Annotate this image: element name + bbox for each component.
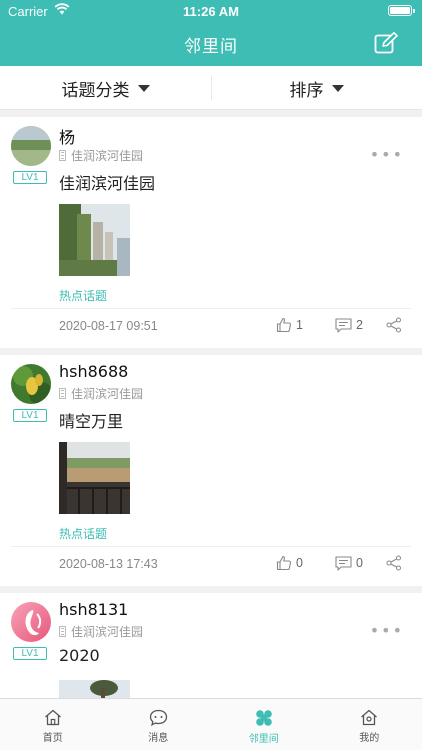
username[interactable]: hsh8688 — [59, 362, 128, 381]
share-icon — [386, 317, 401, 333]
post-feed[interactable]: LV1 杨 佳润滨河佳园 ••• 佳润滨河佳园 热点话题 2020-08-17 … — [0, 110, 422, 698]
comment-button[interactable]: 0 — [335, 554, 363, 572]
more-options-icon[interactable]: ••• — [370, 621, 404, 640]
community-label: 佳润滨河佳园 — [59, 623, 143, 640]
profile-icon — [361, 709, 378, 726]
tab-label: 邻里间 — [248, 734, 279, 745]
tab-neighborhood[interactable]: 邻里间 — [211, 699, 317, 750]
level-badge: LV1 — [13, 647, 47, 660]
community-name: 佳润滨河佳园 — [71, 625, 144, 639]
post-text: 2020 — [59, 646, 100, 665]
building-icon — [59, 388, 66, 399]
comment-count: 0 — [356, 556, 363, 570]
tab-bar: 首页 消息 邻里间 我的 — [0, 698, 422, 750]
building-icon — [59, 626, 66, 637]
filter-bar: 话题分类 排序 — [0, 66, 422, 110]
post-text: 晴空万里 — [59, 412, 124, 431]
building-icon — [59, 150, 66, 161]
thumbs-up-icon — [276, 317, 291, 333]
topic-tag[interactable]: 热点话题 — [59, 287, 107, 304]
comment-icon — [335, 317, 352, 333]
share-button[interactable] — [386, 316, 406, 334]
edit-icon[interactable] — [374, 32, 398, 54]
tab-label: 首页 — [42, 733, 63, 744]
caret-down-icon — [331, 84, 344, 92]
avatar[interactable] — [11, 126, 51, 166]
comment-icon — [335, 555, 352, 571]
post-image[interactable] — [59, 680, 130, 698]
like-count: 0 — [296, 556, 303, 570]
clover-icon — [255, 710, 272, 726]
username[interactable]: 杨 — [59, 124, 75, 148]
community-name: 佳润滨河佳园 — [71, 149, 144, 163]
post-image[interactable] — [59, 204, 130, 276]
tab-profile[interactable]: 我的 — [317, 699, 422, 750]
topic-category-label: 话题分类 — [61, 80, 130, 101]
post-divider — [11, 546, 411, 547]
community-label: 佳润滨河佳园 — [59, 385, 143, 402]
topic-category-dropdown[interactable]: 话题分类 — [0, 66, 211, 110]
post-date: 2020-08-13 17:43 — [59, 557, 158, 571]
more-options-icon[interactable]: ••• — [370, 145, 404, 164]
tab-messages[interactable]: 消息 — [106, 699, 212, 750]
avatar[interactable] — [11, 364, 51, 404]
battery-icon — [388, 5, 415, 16]
post-text: 佳润滨河佳园 — [59, 174, 156, 193]
post-card[interactable]: LV1 杨 佳润滨河佳园 ••• 佳润滨河佳园 热点话题 2020-08-17 … — [0, 117, 422, 348]
sort-dropdown[interactable]: 排序 — [211, 66, 422, 110]
comment-count: 2 — [356, 318, 363, 332]
sort-label: 排序 — [289, 80, 324, 101]
thumbs-up-icon — [276, 555, 291, 571]
tab-label: 消息 — [148, 733, 169, 744]
like-count: 1 — [296, 318, 303, 332]
avatar[interactable] — [11, 602, 51, 642]
topic-tag[interactable]: 热点话题 — [59, 525, 107, 542]
post-card[interactable]: LV1 hsh8131 佳润滨河佳园 ••• 2020 — [0, 593, 422, 698]
tab-label: 我的 — [359, 733, 380, 744]
page-title: 邻里间 — [184, 37, 238, 57]
post-image[interactable] — [59, 442, 130, 514]
username[interactable]: hsh8131 — [59, 600, 128, 619]
tab-home[interactable]: 首页 — [0, 699, 106, 750]
clock: 11:26 AM — [183, 4, 239, 19]
level-badge: LV1 — [13, 409, 47, 422]
level-badge: LV1 — [13, 171, 47, 184]
home-icon — [44, 709, 61, 726]
caret-down-icon — [137, 84, 150, 92]
like-button[interactable]: 0 — [276, 554, 303, 572]
status-bar: Carrier 11:26 AM — [0, 0, 422, 22]
share-icon — [386, 555, 401, 571]
like-button[interactable]: 1 — [276, 316, 303, 334]
top-bar: Carrier 11:26 AM 邻里间 — [0, 0, 422, 66]
community-label: 佳润滨河佳园 — [59, 147, 143, 164]
post-date: 2020-08-17 09:51 — [59, 319, 158, 333]
post-divider — [11, 308, 411, 309]
post-card[interactable]: LV1 hsh8688 佳润滨河佳园 晴空万里 热点话题 2020-08-13 … — [0, 355, 422, 586]
message-icon — [149, 709, 167, 726]
comment-button[interactable]: 2 — [335, 316, 363, 334]
community-name: 佳润滨河佳园 — [71, 387, 144, 401]
share-button[interactable] — [386, 554, 406, 572]
